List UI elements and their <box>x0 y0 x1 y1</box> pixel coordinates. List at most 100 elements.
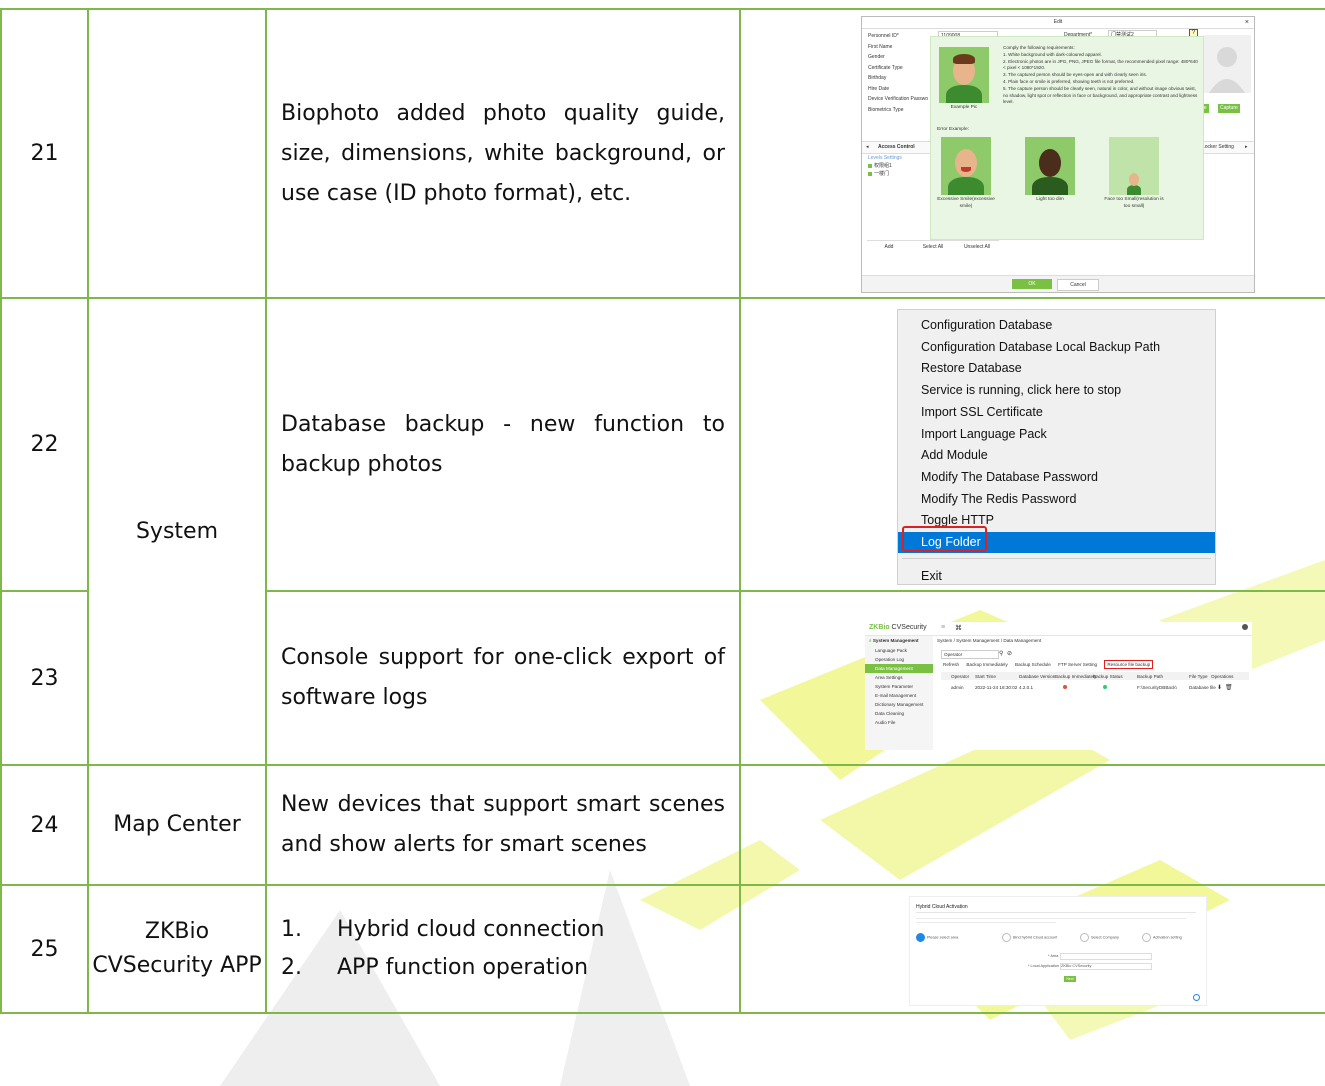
toolbar: Refresh Backup Immediately Backup Schedu… <box>943 660 1159 669</box>
search-input[interactable]: Operator <box>941 650 999 659</box>
column-header: File Type <box>1189 674 1208 679</box>
sidebar-item[interactable]: Area Settings <box>865 673 933 682</box>
field-label: Biometrics Type <box>868 106 904 113</box>
delete-icon[interactable]: 🗑 <box>1225 684 1233 691</box>
chevron-right-icon[interactable]: ▸ <box>1245 144 1248 150</box>
cloud-activation-screenshot: Hybrid Cloud Activation Please select ar… <box>909 896 1207 1006</box>
menu-item[interactable]: Restore Database <box>898 358 1215 379</box>
screenshot-cell: ZKBio CVSecurity ≡ ⌘ ⌕ System Management… <box>739 590 1325 766</box>
menu-item[interactable]: Configuration Database Local Backup Path <box>898 337 1215 358</box>
row-number: 23 <box>0 590 89 766</box>
feature-table: 21 Biophoto added photo quality guide, s… <box>0 8 1325 1014</box>
close-icon[interactable]: × <box>1245 17 1249 28</box>
row-number: 24 <box>0 764 89 886</box>
dialog-title: Edit <box>1053 19 1063 25</box>
menu-item[interactable]: Import SSL Certificate <box>898 402 1215 423</box>
highlight-box <box>902 526 987 552</box>
divider <box>916 912 1196 913</box>
sidebar-item[interactable]: System Parameter <box>865 682 933 691</box>
row-number: 25 <box>0 884 89 1014</box>
area-label: * Area <box>1048 954 1059 958</box>
local-app-field[interactable]: ZKBio CVSecurity <box>1060 963 1152 970</box>
status-dot-red <box>1063 685 1067 690</box>
menu-separator <box>902 558 1211 559</box>
ok-button[interactable]: OK <box>1012 279 1052 289</box>
column-header: Backup Immediately <box>1055 674 1097 679</box>
error-example-title: Error Example: <box>937 127 969 132</box>
column-header: Operator <box>951 674 970 679</box>
list-item: 2. APP function operation <box>281 955 589 980</box>
sidebar: ⌕ System Management Language Pack Operat… <box>865 636 933 750</box>
sidebar-item[interactable]: Data Cleaning <box>865 709 933 718</box>
backup-schedule-button[interactable]: Backup Schedule <box>1015 662 1051 667</box>
sidebar-item[interactable]: E-mail Management <box>865 691 933 700</box>
app-logo: ZKBio CVSecurity <box>869 624 927 631</box>
edit-dialog-screenshot: Edit × Personnel ID* First Name Gender C… <box>861 16 1255 293</box>
sidebar-header[interactable]: ⌕ System Management <box>865 636 933 646</box>
step-active-icon <box>916 933 925 942</box>
menu-item[interactable]: Add Module <box>898 445 1215 466</box>
menu-item[interactable]: Import Language Pack <box>898 424 1215 445</box>
dialog-titlebar: Edit × <box>862 17 1254 29</box>
tab-locker-setting[interactable]: Locker Setting <box>1202 144 1234 150</box>
ftp-setting-button[interactable]: FTP Server Setting <box>1058 662 1097 667</box>
status-dot-green <box>1103 685 1107 690</box>
text-placeholder-line <box>916 922 1056 923</box>
level-checkbox[interactable]: 一楼门 <box>868 171 889 179</box>
sidebar-item-active[interactable]: Data Management <box>865 664 933 673</box>
download-icon[interactable]: ⬇ <box>1217 684 1222 691</box>
menu-item[interactable]: Modify The Redis Password <box>898 489 1215 510</box>
field-label: First Name <box>868 43 893 50</box>
screenshot-cell: Edit × Personnel ID* First Name Gender C… <box>739 8 1325 299</box>
menu-item[interactable]: Modify The Database Password <box>898 467 1215 488</box>
step-2: Bind hybrid Cloud account <box>1002 933 1057 942</box>
next-button[interactable]: Next <box>1064 976 1076 982</box>
tab-access-control[interactable]: Access Control <box>878 144 915 150</box>
console-screenshot: ZKBio CVSecurity ≡ ⌘ ⌕ System Management… <box>865 622 1252 750</box>
menu-item-exit[interactable]: Exit <box>898 566 1215 584</box>
sidebar-item[interactable]: Dictionary Management <box>865 700 933 709</box>
table-cell: 2022-11-24 18:30:02 <box>975 685 1018 690</box>
step-icon <box>1080 933 1089 942</box>
menu-item[interactable]: Configuration Database <box>898 315 1215 336</box>
description-cell: New devices that support smart scenes an… <box>265 764 741 886</box>
table-row: 22 System Database backup - new function… <box>0 297 1325 766</box>
module-cell: System <box>87 297 267 766</box>
user-avatar-icon[interactable] <box>1242 624 1248 630</box>
avatar-placeholder <box>1203 35 1251 93</box>
tray-context-menu: Configuration Database Configuration Dat… <box>897 309 1216 585</box>
clear-icon[interactable]: ⊘ <box>1007 650 1012 657</box>
unselect-all-button[interactable]: Unselect All <box>955 241 999 253</box>
table-row: 25 ZKBio CVSecurity APP 1. Hybrid cloud c… <box>0 884 1325 1014</box>
add-button[interactable]: Add <box>867 241 911 253</box>
screenshot-cell <box>739 764 1325 886</box>
level-checkbox[interactable]: 权限组1 <box>868 163 892 171</box>
description-cell: Biophoto added photo quality guide, size… <box>265 8 741 299</box>
field-label: Personnel ID* <box>868 33 899 39</box>
select-all-button[interactable]: Select All <box>911 241 955 253</box>
backup-now-button[interactable]: Backup Immediately <box>966 662 1007 667</box>
feature-list: 1. Hybrid cloud connection 2. APP function… <box>281 911 725 987</box>
refresh-button[interactable]: Refresh <box>943 662 959 667</box>
local-app-label: * Local Application <box>1028 964 1060 968</box>
area-select[interactable] <box>1060 953 1152 960</box>
resource-backup-button[interactable]: Resource file backup <box>1104 660 1154 669</box>
level-actions: Add Select All Unselect All <box>867 240 999 253</box>
text-placeholder-line <box>916 918 1186 919</box>
activation-title: Hybrid Cloud Activation <box>916 904 968 910</box>
sidebar-item[interactable]: Audio File <box>865 718 933 727</box>
sidebar-item[interactable]: Language Pack <box>865 646 933 655</box>
table-cell: Database file <box>1189 685 1216 690</box>
grid-icon[interactable]: ⌘ <box>955 624 962 632</box>
requirements-text: Comply the following requirements: 1. Wh… <box>1003 45 1198 105</box>
help-circle-icon[interactable] <box>1193 994 1200 1001</box>
cancel-button[interactable]: Cancel <box>1057 279 1099 291</box>
search-icon[interactable]: ⚲ <box>999 650 1003 657</box>
screenshot-cell: Configuration Database Configuration Dat… <box>739 297 1325 592</box>
chevron-left-icon[interactable]: ◂ <box>866 144 869 150</box>
capture-button[interactable]: Capture <box>1218 104 1240 113</box>
step-icon <box>1002 933 1011 942</box>
menu-item[interactable]: Service is running, click here to stop <box>898 380 1215 401</box>
sidebar-item[interactable]: Operation Log <box>865 655 933 664</box>
menu-icon[interactable]: ≡ <box>941 624 945 631</box>
